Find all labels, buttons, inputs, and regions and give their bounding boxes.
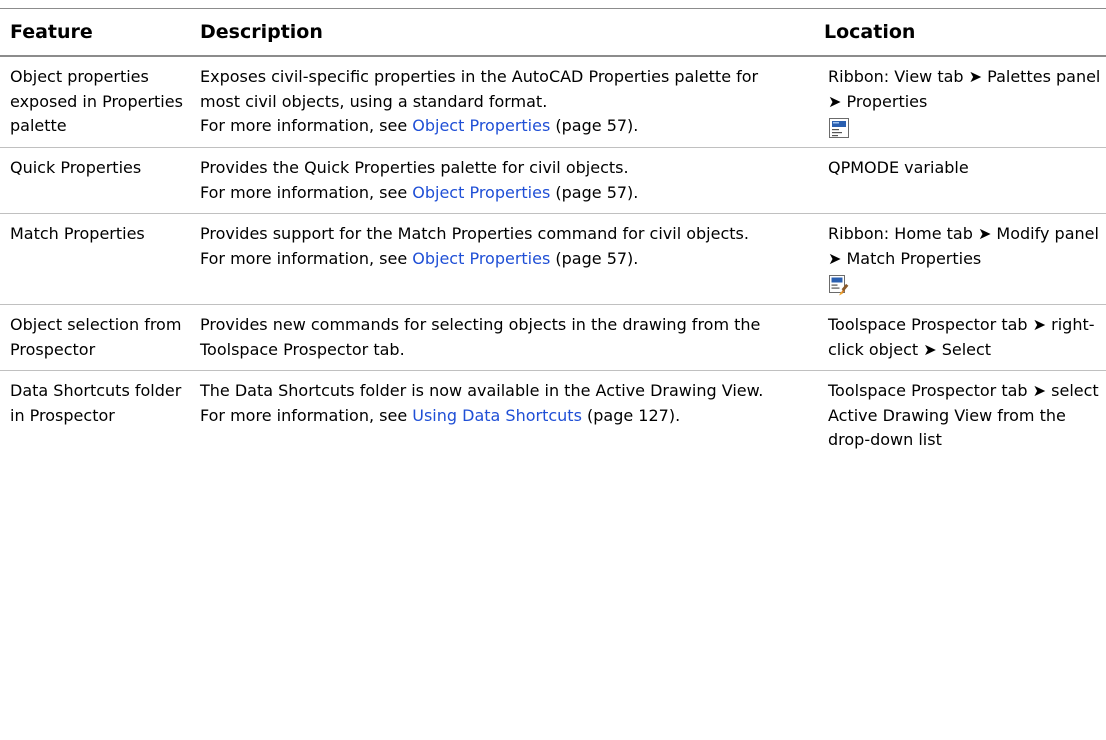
feature-cell: Quick Properties	[0, 147, 190, 214]
link-suffix: (page 57).	[550, 182, 639, 202]
description-text: Provides support for the Match Propertie…	[200, 224, 749, 243]
feature-table: Feature Description Location Object prop…	[0, 8, 1106, 461]
properties-palette-icon	[829, 118, 849, 138]
location-text: QPMODE variable	[828, 158, 969, 177]
location-cell: Toolspace Prospector tab ➤ right-click o…	[814, 304, 1106, 371]
more-info-prefix: For more information, see	[200, 116, 413, 135]
table-row: Quick Properties Provides the Quick Prop…	[0, 147, 1106, 214]
object-properties-link[interactable]: Object Properties	[412, 116, 550, 135]
table-header-row: Feature Description Location	[0, 8, 1106, 57]
feature-text: Object selection from Prospector	[10, 315, 182, 359]
feature-cell: Match Properties	[0, 213, 190, 305]
feature-text: Data Shortcuts folder in Prospect­or	[10, 381, 182, 425]
feature-text: Quick Properties	[10, 158, 142, 177]
using-data-shortcuts-link[interactable]: Using Data Shortcuts	[412, 406, 582, 425]
description-cell: The Data Shortcuts folder is now availab…	[190, 371, 814, 461]
location-cell: Ribbon: View tab ➤ Palettes panel ➤ Prop…	[814, 56, 1106, 148]
object-properties-link[interactable]: Object Properties	[412, 249, 550, 268]
feature-cell: Object selection from Prospector	[0, 304, 190, 371]
feature-cell: Object properties exposed in Prop­erties…	[0, 56, 190, 148]
description-text: Exposes civil-specific properties in the…	[200, 67, 759, 111]
link-suffix: (page 57).	[550, 116, 639, 135]
description-cell: Provides the Quick Properties palette fo…	[190, 147, 814, 214]
table-row: Object selection from Prospector Provide…	[0, 304, 1106, 371]
location-cell: QPMODE variable	[814, 147, 1106, 214]
feature-text: Match Properties	[10, 224, 145, 243]
table-row: Object properties exposed in Prop­erties…	[0, 56, 1106, 148]
location-cell: Ribbon: Home tab ➤ Modify panel ➤ Match …	[814, 213, 1106, 305]
location-text: Toolspace Prospector tab ➤ select Active…	[828, 381, 1099, 449]
description-text: Provides the Quick Properties palette fo…	[200, 158, 629, 177]
description-cell: Provides new commands for selecting obje…	[190, 304, 814, 371]
link-suffix: (page 57).	[550, 248, 639, 268]
table-row: Match Properties Provides support for th…	[0, 213, 1106, 305]
location-cell: Toolspace Prospector tab ➤ select Active…	[814, 371, 1106, 461]
location-text: Ribbon: View tab ➤ Palettes panel ➤ Prop…	[828, 67, 1101, 111]
object-properties-link[interactable]: Object Properties	[412, 183, 550, 202]
feature-text: Object properties exposed in Prop­erties…	[10, 67, 183, 135]
header-feature: Feature	[0, 8, 190, 57]
feature-cell: Data Shortcuts folder in Prospect­or	[0, 371, 190, 461]
location-text: Toolspace Prospector tab ➤ right-click o…	[828, 315, 1095, 359]
description-cell: Provides support for the Match Propertie…	[190, 213, 814, 305]
location-text: Ribbon: Home tab ➤ Modify panel ➤ Match …	[828, 224, 1099, 268]
header-location: Location	[814, 8, 1106, 57]
description-text: Provides new commands for selecting obje…	[200, 315, 761, 359]
more-info-prefix: For more information, see	[200, 182, 413, 202]
match-properties-icon	[829, 275, 849, 296]
header-description: Description	[190, 8, 814, 57]
description-cell: Exposes civil-specific properties in the…	[190, 56, 814, 148]
more-info-prefix: For more information, see	[200, 248, 413, 268]
table-row: Data Shortcuts folder in Prospect­or The…	[0, 371, 1106, 461]
link-suffix: (page 127).	[581, 405, 681, 425]
